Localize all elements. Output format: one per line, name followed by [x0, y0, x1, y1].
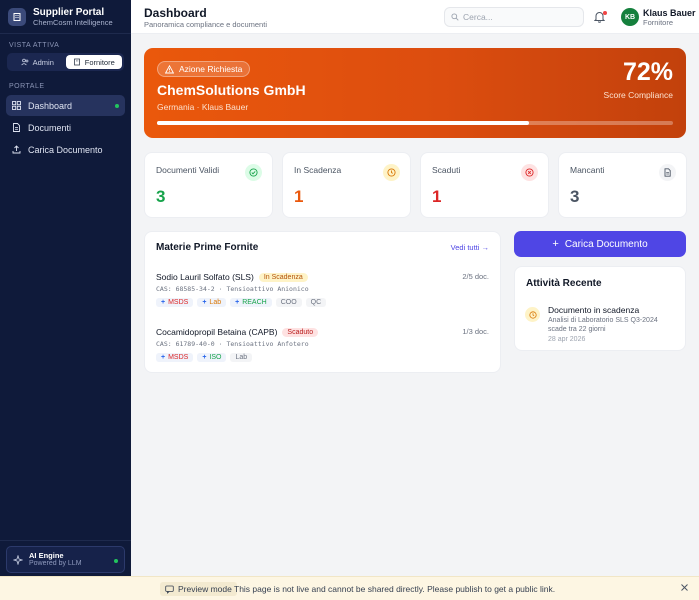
- compliance-hero-card: Azione Richiesta ChemSolutions GmbH Germ…: [144, 48, 686, 138]
- view-fornitore-button[interactable]: Fornitore: [65, 55, 122, 69]
- activity-item-date: 28 apr 2026: [548, 336, 586, 343]
- search-box[interactable]: [444, 7, 584, 27]
- material-cas: CAS: 61789-40-0 · Tensioattivo Anfotero: [156, 340, 309, 348]
- portal-section-label: PORTALE: [9, 83, 45, 90]
- tag-lab: Lab: [230, 353, 253, 362]
- tag-coo: COO: [275, 298, 302, 307]
- list-item[interactable]: Sodio Lauril Solfato (SLS) In Scadenza C…: [156, 272, 489, 307]
- view-switcher: Admin Fornitore: [7, 53, 124, 71]
- document-tags: + MSDS + Lab + REACH COO QC: [156, 298, 489, 307]
- close-icon[interactable]: [680, 583, 689, 592]
- users-icon: [20, 58, 28, 66]
- avatar[interactable]: KB: [621, 8, 639, 26]
- list-item[interactable]: Cocamidopropil Betaina (CAPB) Scaduto CA…: [156, 327, 489, 362]
- search-icon: [451, 13, 459, 21]
- compliance-progress-fill: [157, 121, 529, 125]
- file-icon: [659, 164, 676, 181]
- building-icon: [8, 7, 26, 26]
- document-tags: + MSDS + ISO Lab: [156, 353, 489, 362]
- stat-card-expired[interactable]: Scaduti 1: [420, 152, 549, 218]
- stat-card-missing[interactable]: Mancanti 3: [558, 152, 687, 218]
- top-header: Dashboard Panoramica compliance e docume…: [131, 0, 699, 34]
- ai-engine-subtitle: Powered by LLM: [29, 560, 82, 567]
- activity-item-desc: Analisi di Laboratorio SLS Q3-2024 scade…: [548, 317, 658, 333]
- stat-card-expiring[interactable]: In Scadenza 1: [282, 152, 411, 218]
- sidebar-item-label: Carica Documento: [28, 144, 103, 155]
- activity-title: Attività Recente: [526, 278, 602, 289]
- upload-icon: [12, 145, 21, 154]
- brand-title: Supplier Portal: [33, 6, 105, 18]
- sidebar-item-carica-documento[interactable]: Carica Documento: [6, 139, 125, 160]
- x-circle-icon: [521, 164, 538, 181]
- tag-msds: + MSDS: [156, 353, 194, 362]
- activity-item-title: Documento in scadenza: [548, 305, 640, 315]
- preview-banner: Preview mode This page is not live and c…: [0, 576, 699, 600]
- status-badge: In Scadenza: [258, 272, 308, 282]
- building-icon: [73, 58, 80, 66]
- material-doc-count: 1/3 doc.: [462, 327, 489, 336]
- sidebar-divider: [0, 540, 131, 541]
- compliance-progress-bar: [157, 121, 673, 125]
- recent-activity-card: Attività Recente Documento in scadenza A…: [514, 266, 686, 351]
- plus-icon: +: [552, 238, 559, 250]
- view-section-label: VISTA ATTIVA: [9, 42, 60, 49]
- material-name: Sodio Lauril Solfato (SLS): [156, 272, 254, 282]
- active-indicator: [115, 103, 119, 108]
- notification-dot: [603, 11, 607, 15]
- warning-icon: [165, 64, 174, 73]
- company-meta: Germania · Klaus Bauer: [157, 102, 249, 112]
- material-doc-count: 2/5 doc.: [462, 272, 489, 281]
- brand-subtitle: ChemCosm Intelligence: [33, 17, 113, 27]
- brand: Supplier Portal ChemCosm Intelligence: [0, 0, 131, 34]
- page-subtitle: Panoramica compliance e documenti: [144, 20, 267, 29]
- document-icon: [13, 123, 20, 132]
- company-name: ChemSolutions GmbH: [157, 82, 306, 98]
- ai-engine-panel[interactable]: AI Engine Powered by LLM: [6, 546, 125, 573]
- tag-qc: QC: [305, 298, 327, 307]
- preview-mode-tag: Preview mode: [160, 582, 237, 596]
- material-name: Cocamidopropil Betaina (CAPB): [156, 327, 278, 337]
- chat-icon: [165, 585, 174, 594]
- compliance-score: 72%: [622, 58, 673, 86]
- ai-engine-title: AI Engine: [29, 551, 64, 560]
- view-admin-button[interactable]: Admin: [9, 55, 66, 69]
- search-input[interactable]: [463, 12, 573, 22]
- grid-icon: [12, 101, 21, 110]
- clock-icon: [525, 307, 540, 322]
- action-required-badge: Azione Richiesta: [157, 61, 251, 77]
- page-title: Dashboard: [144, 6, 207, 20]
- sparkle-icon: [13, 554, 23, 565]
- compliance-score-label: Score Compliance: [603, 90, 673, 100]
- sidebar: Supplier Portal ChemCosm Intelligence VI…: [0, 0, 131, 576]
- user-role: Fornitore: [643, 18, 674, 27]
- check-circle-icon: [245, 164, 262, 181]
- upload-document-button[interactable]: + Carica Documento: [514, 231, 686, 257]
- user-name: Klaus Bauer: [643, 8, 696, 18]
- material-cas: CAS: 68585-34-2 · Tensioattivo Anionico: [156, 285, 309, 293]
- sidebar-item-label: Documenti: [28, 122, 72, 133]
- clock-icon: [383, 164, 400, 181]
- tag-lab: + Lab: [197, 298, 227, 307]
- sidebar-item-label: Dashboard: [28, 100, 73, 111]
- tag-reach: + REACH: [230, 298, 272, 307]
- stat-card-valid[interactable]: Documenti Validi 3: [144, 152, 273, 218]
- sidebar-item-documenti[interactable]: Documenti: [6, 117, 125, 138]
- materials-title: Materie Prime Fornite: [156, 242, 259, 253]
- materials-card: Materie Prime Fornite Vedi tutti → Sodio…: [144, 231, 501, 373]
- see-all-link[interactable]: Vedi tutti →: [451, 243, 489, 252]
- status-dot: [114, 559, 118, 563]
- sidebar-item-dashboard[interactable]: Dashboard: [6, 95, 125, 116]
- tag-msds: + MSDS: [156, 298, 194, 307]
- preview-message: This page is not live and cannot be shar…: [234, 584, 556, 594]
- tag-iso: + ISO: [197, 353, 227, 362]
- status-badge: Scaduto: [282, 327, 319, 337]
